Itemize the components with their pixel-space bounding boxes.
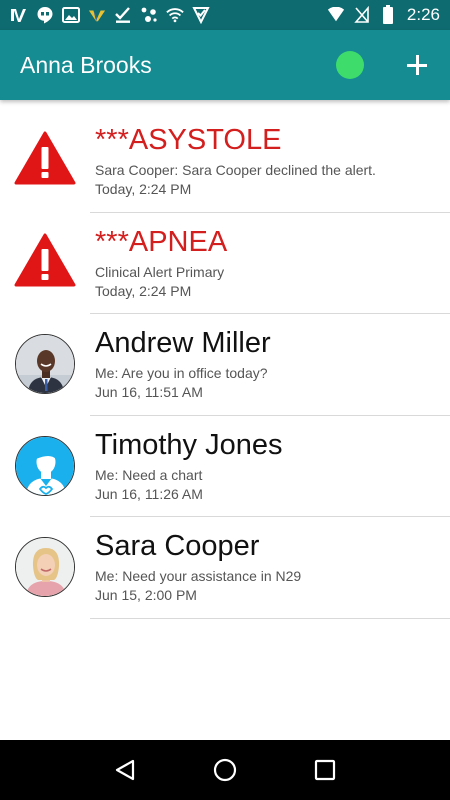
status-bar-notifications [10,6,210,24]
hangouts-icon [36,6,54,24]
conversation-subtitle: Me: Are you in office today? [95,365,268,381]
conversation-title: ***APNEA [95,225,228,258]
avatar [15,537,75,597]
signal-icon [327,6,345,24]
vpn-check-icon [192,6,210,24]
status-time: 2:26 [406,5,440,24]
conversation-time: Jun 16, 11:26 AM [95,485,203,502]
home-circle-icon[interactable] [205,750,245,790]
list-item[interactable]: Andrew Miller Me: Are you in office toda… [0,314,450,416]
avatar [15,334,75,394]
conversation-subtitle: Clinical Alert Primary [95,263,225,280]
image-icon [62,6,80,24]
check-download-icon [114,6,132,24]
no-sim-icon [353,6,371,24]
dots-app-icon [140,6,158,24]
list-item[interactable]: Sara Cooper Me: Need your assistance in … [0,517,450,619]
plus-icon[interactable] [404,52,430,78]
conversation-time: Today, 2:24 PM [95,181,192,197]
back-triangle-icon[interactable] [105,750,145,790]
list-item[interactable]: ***ASYSTOLE Sara Cooper: Sara Cooper dec… [0,111,450,213]
presence-status-indicator[interactable] [336,51,364,79]
status-bar: 2:26 [0,0,450,30]
conversation-subtitle: Sara Cooper: Sara Cooper declined the al… [95,162,376,178]
conversation-title: Andrew Miller [95,327,271,359]
battery-icon [379,5,397,24]
conversation-list: ***ASYSTOLE Sara Cooper: Sara Cooper dec… [0,111,450,619]
conversation-title: Sara Cooper [95,530,260,562]
list-item[interactable]: ***APNEA Clinical Alert Primary Today, 2… [0,213,450,314]
conversation-time: Jun 15, 2:00 PM [95,587,197,603]
navigation-bar [0,740,450,800]
status-bar-system: 2:26 [327,5,440,25]
wifi-icon [166,6,184,24]
warning-triangle-icon [14,131,76,190]
page-title: Anna Brooks [20,51,152,78]
app-bar: Anna Brooks [0,30,450,100]
avatar-placeholder-icon [15,435,75,496]
conversation-title: ***ASYSTOLE [95,124,282,156]
iv-app-icon [10,6,28,24]
conversation-subtitle: Me: Need a chart [95,466,203,483]
list-item[interactable]: Timothy Jones Me: Need a chart Jun 16, 1… [0,416,450,517]
recents-square-icon[interactable] [305,750,345,790]
vocera-icon [88,6,106,24]
conversation-subtitle: Me: Need your assistance in N29 [95,568,302,584]
warning-triangle-icon [14,233,76,292]
conversation-time: Today, 2:24 PM [95,282,192,299]
conversation-title: Timothy Jones [95,428,283,461]
conversation-time: Jun 16, 11:51 AM [95,384,203,400]
